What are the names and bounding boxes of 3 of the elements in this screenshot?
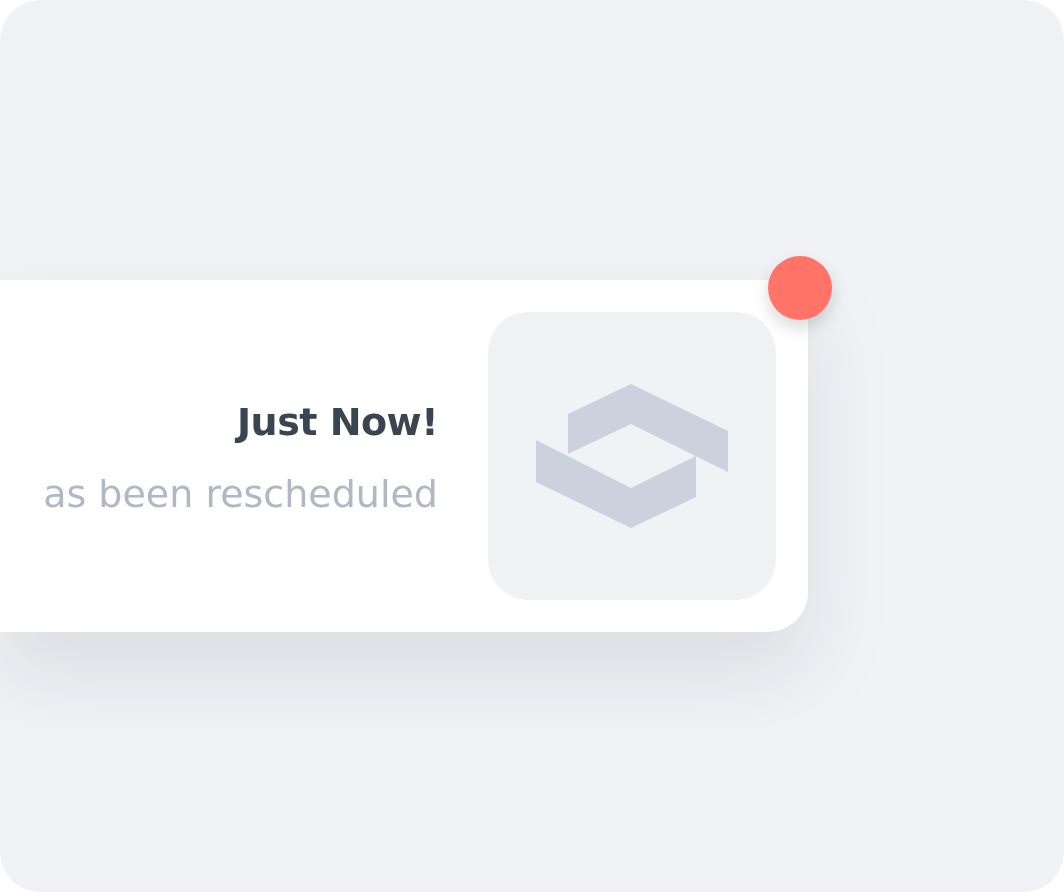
- notification-time: Just Now!: [234, 399, 438, 446]
- logo-icon: [536, 384, 728, 528]
- notification-message: as been rescheduled: [43, 471, 438, 518]
